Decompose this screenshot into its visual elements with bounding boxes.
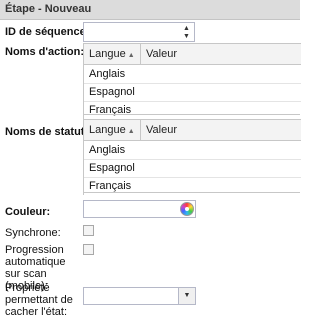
spin-up-icon[interactable]: ▲ (181, 25, 192, 33)
sort-ascending-icon: ▲ (127, 52, 135, 59)
table-row[interactable]: Français (84, 102, 301, 119)
table-row[interactable]: Espagnol (84, 84, 301, 102)
status-names-label: Noms de statut: (5, 126, 89, 138)
chevron-down-icon[interactable]: ▼ (178, 288, 195, 304)
column-header-value-label: Valeur (146, 48, 177, 60)
color-label: Couleur: (5, 206, 51, 218)
synchronous-label: Synchrone: (5, 227, 61, 239)
column-header-value-label: Valeur (146, 124, 177, 136)
action-names-grid: Langue ▲ Valeur Anglais Espagnol Français (83, 43, 301, 119)
table-row[interactable]: Anglais (84, 142, 301, 160)
sort-ascending-icon: ▲ (127, 128, 135, 135)
column-header-value[interactable]: Valeur (141, 44, 301, 64)
panel-header: Étape - Nouveau (0, 0, 300, 20)
column-header-language[interactable]: Langue ▲ (84, 44, 141, 64)
status-grid-bottom-border (83, 192, 300, 193)
table-row[interactable]: Espagnol (84, 160, 301, 178)
column-header-language-label: Langue (89, 124, 126, 136)
status-names-grid: Langue ▲ Valeur Anglais Espagnol Français (83, 119, 301, 195)
spin-down-icon[interactable]: ▼ (181, 33, 192, 41)
action-grid-bottom-border (83, 114, 300, 115)
column-header-value[interactable]: Valeur (141, 120, 301, 140)
sequence-id-field[interactable]: ▲ ▼ (83, 22, 195, 42)
status-grid-header: Langue ▲ Valeur (84, 120, 301, 141)
sequence-id-label: ID de séquence: (5, 26, 90, 38)
synchronous-checkbox[interactable] (83, 225, 94, 236)
color-picker-icon[interactable] (180, 202, 194, 216)
action-names-label: Noms d'action: (5, 46, 85, 58)
hide-state-property-label: Propriété permettant de cacher l'état: (5, 282, 73, 318)
table-row[interactable]: Anglais (84, 66, 301, 84)
color-field[interactable] (83, 200, 196, 218)
auto-progress-checkbox[interactable] (83, 244, 94, 255)
panel-title: Étape - Nouveau (5, 3, 92, 15)
column-header-language-label: Langue (89, 48, 126, 60)
hide-state-property-select[interactable]: ▼ (83, 287, 196, 305)
column-header-language[interactable]: Langue ▲ (84, 120, 141, 140)
spinner-icon[interactable]: ▲ ▼ (181, 25, 192, 41)
action-grid-header: Langue ▲ Valeur (84, 44, 301, 65)
